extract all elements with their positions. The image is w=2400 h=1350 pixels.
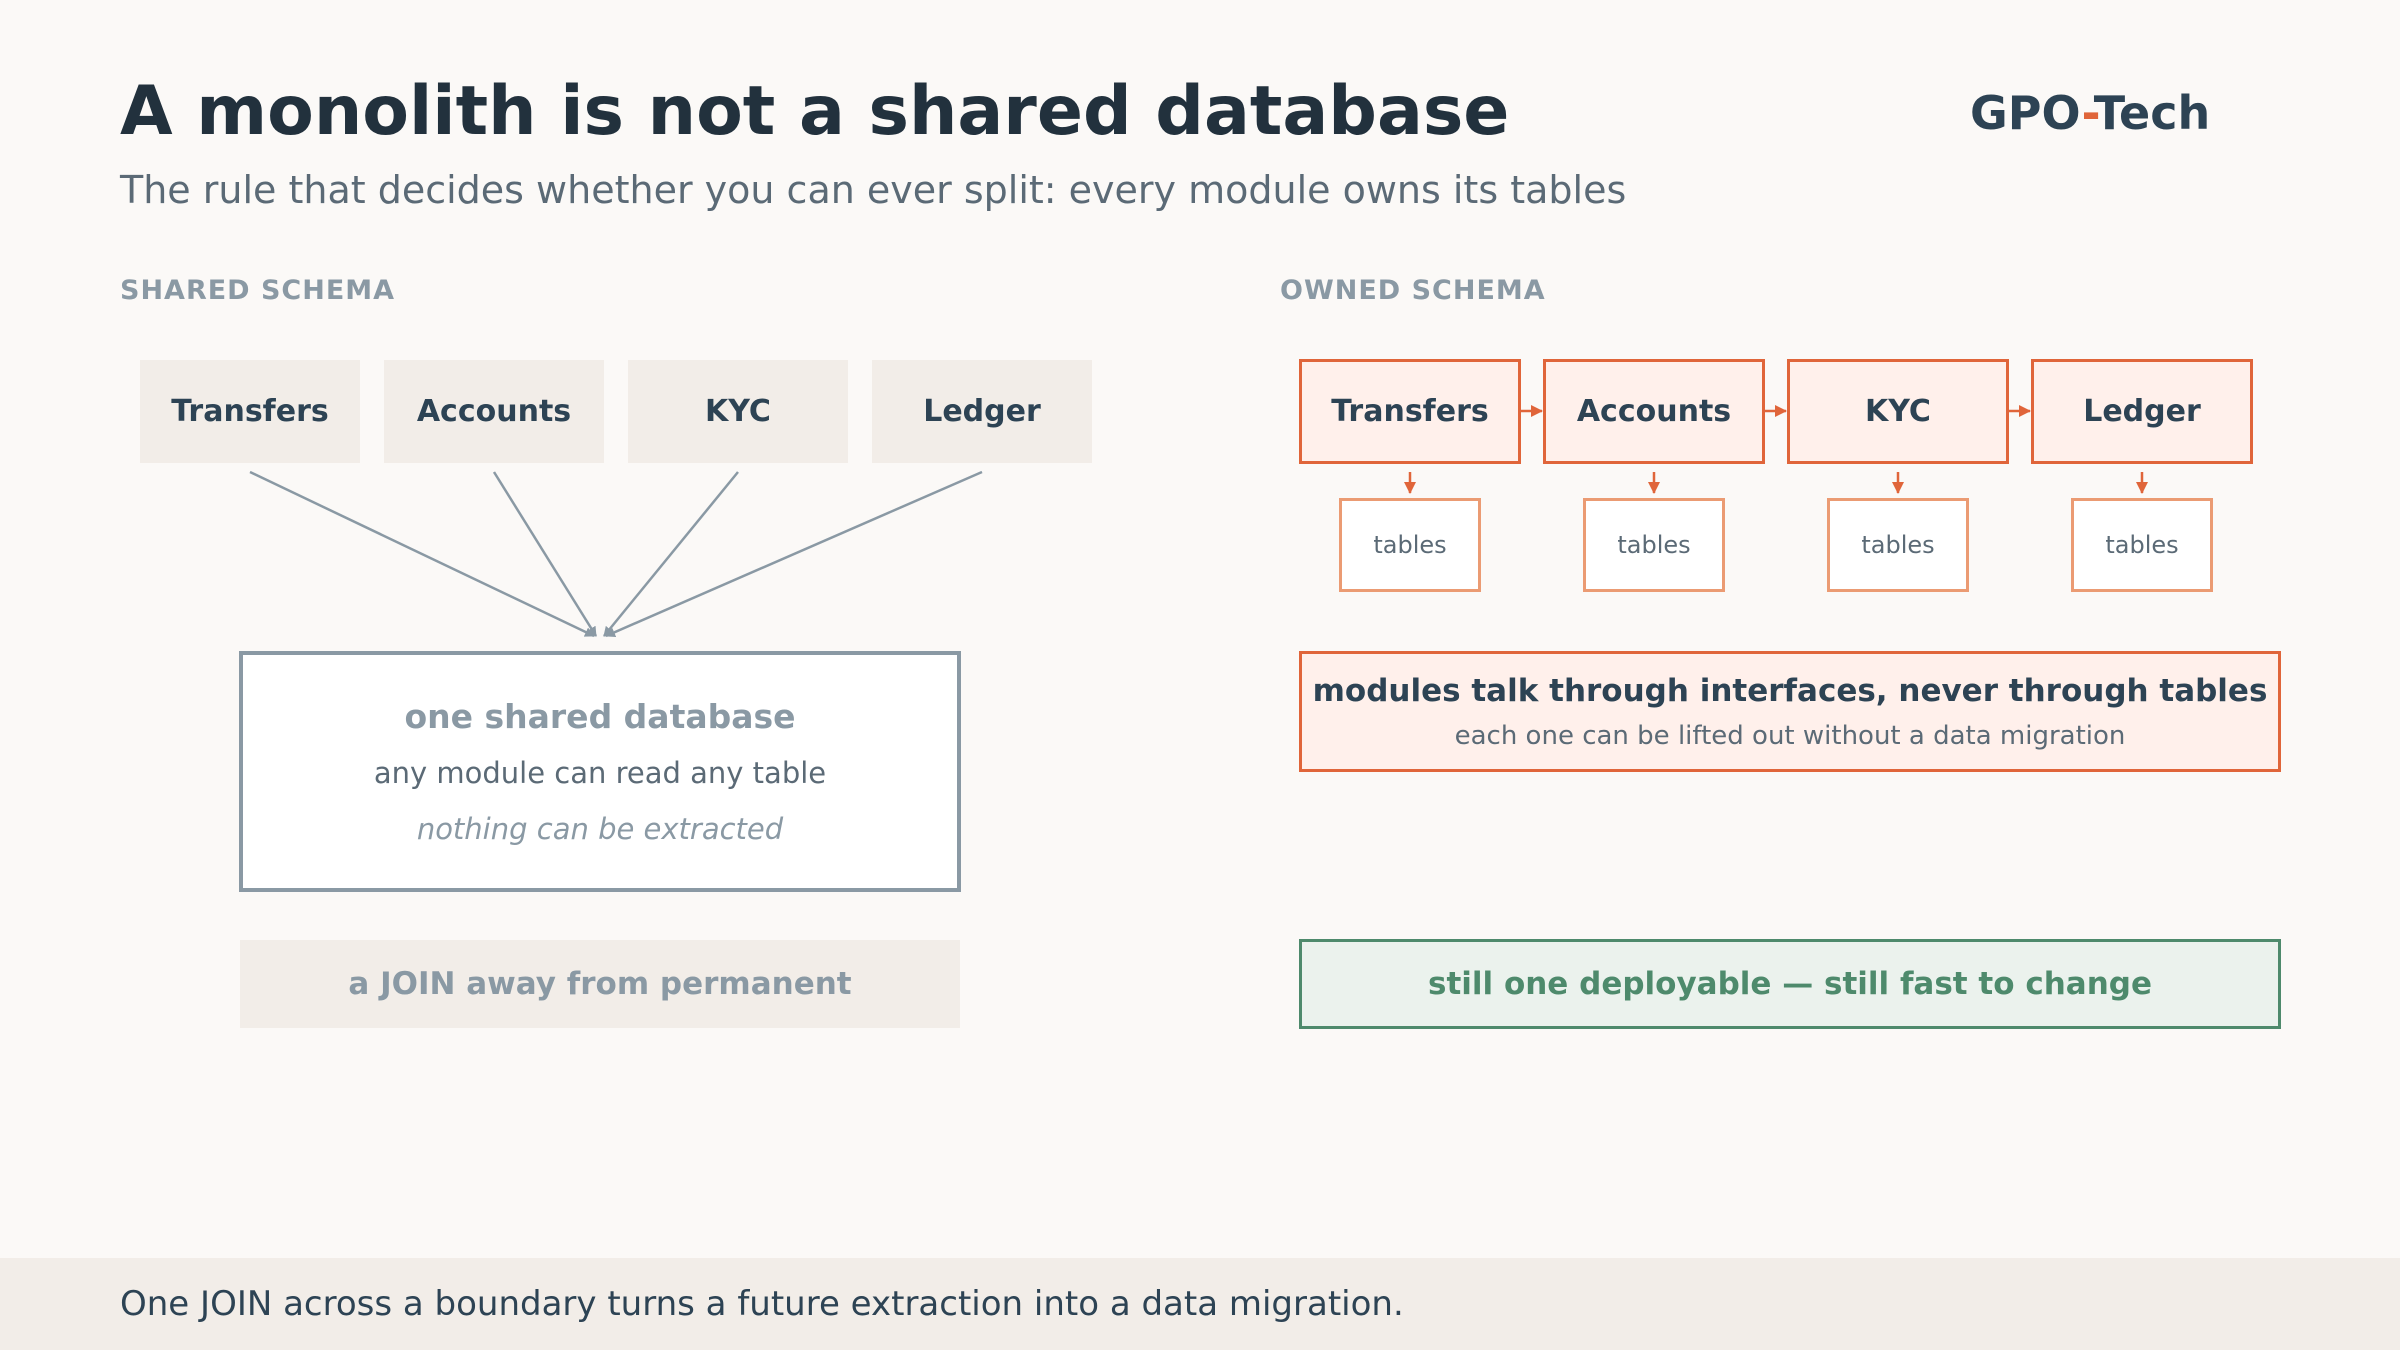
- shared-arrow-kyc: [603, 471, 739, 637]
- footer-text: One JOIN across a boundary turns a futur…: [120, 1284, 1404, 1324]
- connector-arrows: [249, 405, 2148, 638]
- slide: A monolith is not a shared database The …: [0, 0, 2400, 1350]
- shared-arrow-transfers: [249, 470, 595, 638]
- shared-arrow-ledger: [605, 470, 983, 638]
